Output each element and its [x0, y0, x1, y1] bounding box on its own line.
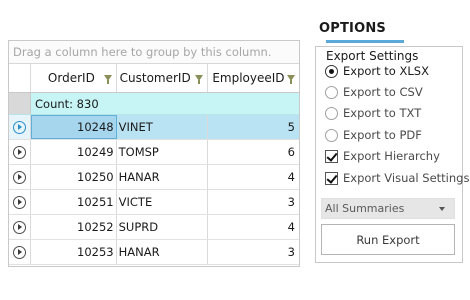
row-indicator-cell[interactable] [9, 165, 31, 189]
play-circle-icon[interactable] [12, 245, 26, 259]
cell-employeeid[interactable]: 3 [208, 190, 299, 214]
export-settings-heading: Export Settings [326, 49, 419, 63]
table-row[interactable]: 10248 VINET 5 [9, 115, 299, 140]
cell-value: HANAR [118, 245, 160, 259]
count-aggregate: Count: 830 [35, 96, 99, 111]
cell-customerid[interactable]: HANAR [117, 165, 209, 189]
row-indicator-cell[interactable] [9, 215, 31, 239]
cell-value: 10249 [77, 145, 114, 159]
radio-export-pdf[interactable]: Export to PDF [325, 126, 422, 144]
cell-orderid[interactable]: 10250 [31, 165, 117, 189]
table-row[interactable]: 10251 VICTE 3 [9, 190, 299, 215]
cell-customerid[interactable]: VICTE [117, 190, 209, 214]
row-indicator-cell[interactable] [9, 115, 31, 139]
play-circle-icon[interactable] [12, 145, 26, 159]
cell-customerid[interactable]: HANAR [117, 240, 209, 264]
aggregate-indicator-cell [9, 93, 31, 114]
summaries-selected-value: All Summaries [325, 202, 405, 215]
table-row[interactable]: 10250 HANAR 4 [9, 165, 299, 190]
options-title: OPTIONS [319, 21, 386, 36]
column-header-label: EmployeeID [212, 71, 285, 85]
cell-value: VINET [118, 120, 153, 134]
cell-value: 6 [287, 145, 295, 159]
cell-value: 10252 [77, 220, 114, 234]
group-by-panel[interactable]: Drag a column here to group by this colu… [9, 41, 299, 64]
grid-header-row: OrderID CustomerID EmployeeID [9, 64, 299, 93]
cell-value: 10251 [77, 195, 114, 209]
options-title-underline [326, 40, 404, 43]
radio-button[interactable] [325, 85, 338, 99]
row-indicator-cell[interactable] [9, 190, 31, 214]
cell-orderid[interactable]: 10252 [31, 215, 117, 239]
row-indicator-cell[interactable] [9, 240, 31, 264]
radio-label: Export to TXT [343, 106, 422, 120]
cell-orderid[interactable]: 10251 [31, 190, 117, 214]
column-header-employeeid[interactable]: EmployeeID [208, 64, 299, 92]
radio-export-csv[interactable]: Export to CSV [325, 83, 423, 101]
cell-customerid[interactable]: TOMSP [117, 140, 209, 164]
table-row[interactable]: 10253 HANAR 3 [9, 240, 299, 265]
run-export-button[interactable]: Run Export [321, 224, 455, 255]
radio-export-xlsx[interactable]: Export to XLSX [325, 62, 429, 80]
checkbox-label: Export Visual Settings [343, 171, 470, 185]
cell-value: TOMSP [118, 145, 159, 159]
cell-customerid[interactable]: SUPRD [117, 215, 209, 239]
play-circle-icon[interactable] [12, 120, 26, 134]
cell-value: 10250 [77, 170, 114, 184]
cell-value: 10248 [77, 120, 114, 134]
play-circle-icon[interactable] [12, 220, 26, 234]
checkbox-export-visual-settings[interactable]: Export Visual Settings [325, 169, 469, 187]
header-indicator-cell [9, 64, 31, 92]
column-header-customerid[interactable]: CustomerID [117, 64, 209, 92]
cell-employeeid[interactable]: 6 [208, 140, 299, 164]
cell-value: 4 [287, 220, 295, 234]
aggregate-cell: Count: 830 [31, 93, 299, 114]
cell-orderid[interactable]: 10253 [31, 240, 117, 264]
checkbox-label: Export Hierarchy [343, 149, 440, 163]
chevron-down-icon [439, 207, 445, 211]
row-indicator-cell[interactable] [9, 140, 31, 164]
radio-label: Export to XLSX [343, 64, 429, 78]
table-row[interactable]: 10249 TOMSP 6 [9, 140, 299, 165]
radio-label: Export to CSV [343, 85, 423, 99]
cell-employeeid[interactable]: 3 [208, 240, 299, 264]
cell-value: HANAR [118, 170, 160, 184]
radio-export-txt[interactable]: Export to TXT [325, 104, 421, 122]
checkbox[interactable] [325, 149, 338, 163]
cell-value: 4 [287, 170, 295, 184]
summaries-dropdown[interactable]: All Summaries [321, 198, 455, 219]
column-header-label: CustomerID [119, 71, 191, 85]
aggregate-row: Count: 830 [9, 93, 299, 115]
cell-employeeid[interactable]: 5 [208, 115, 299, 139]
filter-icon[interactable] [195, 75, 204, 84]
cell-value: 3 [287, 195, 295, 209]
cell-customerid[interactable]: VINET [116, 115, 209, 139]
export-options-panel: Export Settings Export to XLSX Export to… [315, 46, 469, 263]
column-header-orderid[interactable]: OrderID [31, 64, 117, 92]
radio-button[interactable] [325, 106, 338, 120]
cell-value: SUPRD [118, 220, 159, 234]
cell-value: VICTE [118, 195, 153, 209]
filter-icon[interactable] [103, 75, 112, 84]
cell-orderid[interactable]: 10249 [31, 140, 117, 164]
checkbox[interactable] [325, 171, 338, 185]
cell-orderid[interactable]: 10248 [30, 115, 117, 139]
table-row[interactable]: 10252 SUPRD 4 [9, 215, 299, 240]
checkbox-export-hierarchy[interactable]: Export Hierarchy [325, 147, 440, 165]
column-header-label: OrderID [47, 71, 95, 85]
cell-value: 10253 [77, 245, 114, 259]
play-circle-icon[interactable] [12, 195, 26, 209]
cell-employeeid[interactable]: 4 [208, 165, 299, 189]
cell-employeeid[interactable]: 4 [208, 215, 299, 239]
cell-value: 3 [287, 245, 295, 259]
cell-value: 5 [287, 120, 295, 134]
orders-grid: Drag a column here to group by this colu… [8, 40, 300, 267]
radio-label: Export to PDF [343, 128, 422, 142]
radio-button[interactable] [325, 128, 338, 142]
filter-icon[interactable] [287, 75, 295, 84]
radio-button[interactable] [325, 64, 338, 78]
play-circle-icon[interactable] [12, 170, 26, 184]
